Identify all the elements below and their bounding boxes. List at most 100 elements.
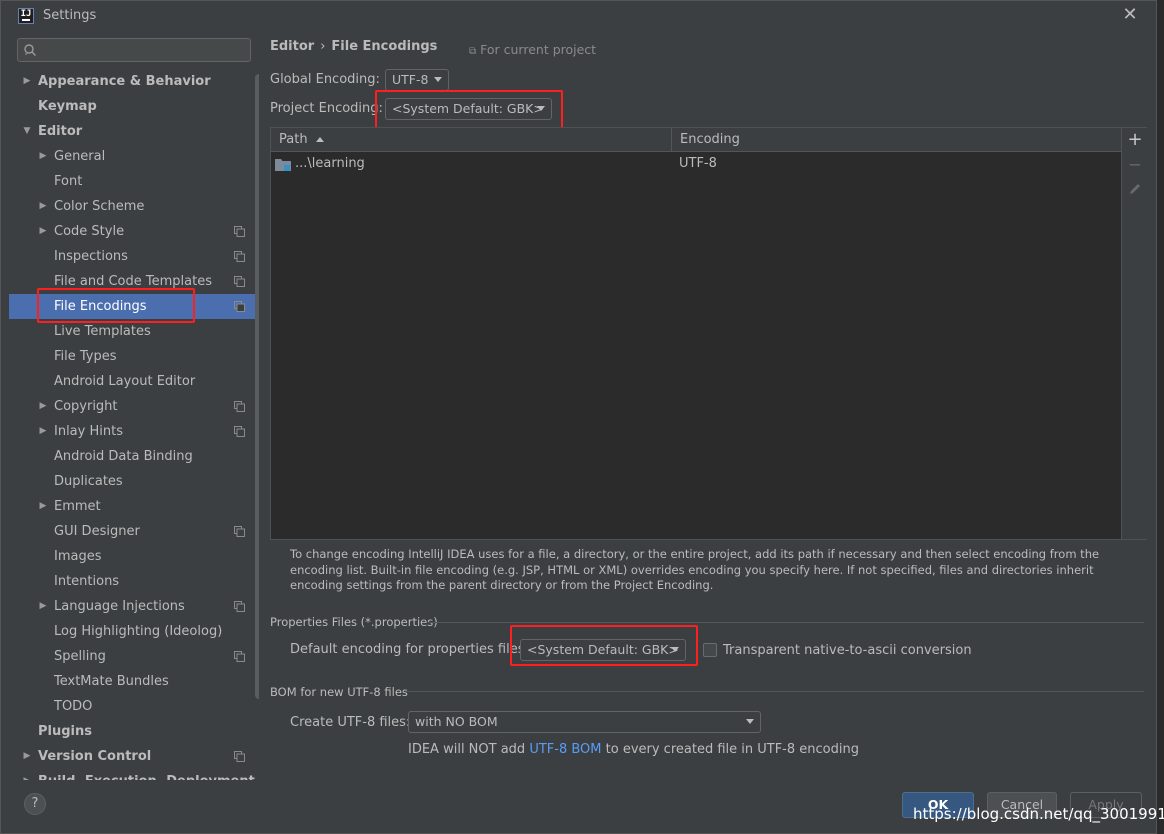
sidebar-item-font[interactable]: Font: [9, 169, 259, 194]
expand-down-icon[interactable]: ▼: [22, 119, 32, 144]
sidebar-item-textmate-bundles[interactable]: TextMate Bundles: [9, 669, 259, 694]
sidebar-item-label: Intentions: [54, 574, 120, 589]
breadcrumb-parent[interactable]: Editor: [270, 39, 314, 54]
sidebar-item-spelling[interactable]: Spelling: [9, 644, 259, 669]
sidebar-item-label: Version Control: [38, 749, 152, 764]
apply-button[interactable]: Apply: [1070, 792, 1142, 818]
sidebar-item-log-highlighting-ideolog[interactable]: Log Highlighting (Ideolog): [9, 619, 259, 644]
sidebar-item-label: Copyright: [54, 399, 118, 414]
sidebar-item-plugins[interactable]: Plugins: [9, 719, 259, 744]
sidebar-item-label: File Types: [54, 349, 117, 364]
global-encoding-select[interactable]: UTF-8: [385, 69, 449, 91]
search-input[interactable]: [17, 38, 251, 62]
window-title: Settings: [43, 8, 97, 23]
sidebar-item-images[interactable]: Images: [9, 544, 259, 569]
sidebar-item-copyright[interactable]: ▶ Copyright: [9, 394, 259, 419]
sidebar-item-label: File Encodings: [54, 299, 147, 314]
sidebar-item-file-and-code-templates[interactable]: File and Code Templates: [9, 269, 259, 294]
help-button[interactable]: ?: [24, 793, 46, 815]
remove-icon[interactable]: −: [1126, 156, 1144, 174]
sidebar-item-inspections[interactable]: Inspections: [9, 244, 259, 269]
create-utf8-select[interactable]: with NO BOM: [408, 711, 761, 733]
sidebar-item-gui-designer[interactable]: GUI Designer: [9, 519, 259, 544]
table-cell-encoding[interactable]: UTF-8: [679, 153, 717, 175]
expand-right-icon[interactable]: ▶: [38, 144, 48, 169]
column-header-path[interactable]: Path: [271, 128, 672, 152]
sidebar-item-keymap[interactable]: Keymap: [9, 94, 259, 119]
expand-right-icon[interactable]: ▶: [22, 69, 32, 94]
sidebar-item-label: Spelling: [54, 649, 106, 664]
sidebar-item-todo[interactable]: TODO: [9, 694, 259, 719]
project-encoding-select[interactable]: <System Default: GBK>: [385, 98, 552, 120]
breadcrumb-current: File Encodings: [331, 39, 438, 54]
sidebar-item-version-control[interactable]: ▶ Version Control: [9, 744, 259, 769]
sidebar-item-language-injections[interactable]: ▶ Language Injections: [9, 594, 259, 619]
properties-group-title: Properties Files (*.properties): [270, 615, 438, 629]
sidebar-item-build-execution-deployment[interactable]: ▶ Build, Execution, Deployment: [9, 769, 259, 780]
transparent-conversion-checkbox[interactable]: [703, 643, 717, 657]
sidebar-item-duplicates[interactable]: Duplicates: [9, 469, 259, 494]
table-row[interactable]: ...\learning UTF-8: [271, 153, 1121, 175]
cancel-button[interactable]: Cancel: [987, 792, 1057, 818]
sidebar-item-label: Appearance & Behavior: [38, 74, 211, 89]
expand-right-icon[interactable]: ▶: [22, 769, 32, 780]
sidebar-item-label: Inspections: [54, 249, 128, 264]
sidebar-item-label: Font: [54, 174, 83, 189]
sidebar-item-intentions[interactable]: Intentions: [9, 569, 259, 594]
properties-encoding-select[interactable]: <System Default: GBK>: [520, 639, 686, 661]
edit-pencil-icon[interactable]: [1126, 182, 1144, 200]
sidebar-item-label: Language Injections: [54, 599, 185, 614]
sidebar-item-general[interactable]: ▶ General: [9, 144, 259, 169]
utf8-bom-link[interactable]: UTF-8 BOM: [529, 742, 601, 757]
sidebar-item-inlay-hints[interactable]: ▶ Inlay Hints: [9, 419, 259, 444]
sidebar-item-appearance-behavior[interactable]: ▶ Appearance & Behavior: [9, 69, 259, 94]
sidebar-item-android-data-binding[interactable]: Android Data Binding: [9, 444, 259, 469]
sidebar-item-label: Android Data Binding: [54, 449, 193, 464]
sidebar-item-color-scheme[interactable]: ▶ Color Scheme: [9, 194, 259, 219]
settings-dialog: IJ Settings ✕ ▶ Appearance & Behavior Keym…: [0, 0, 1157, 834]
project-settings-icon: [234, 426, 245, 437]
project-settings-icon: [234, 276, 245, 287]
expand-right-icon[interactable]: ▶: [38, 594, 48, 619]
sidebar-item-emmet[interactable]: ▶ Emmet: [9, 494, 259, 519]
expand-right-icon[interactable]: ▶: [38, 494, 48, 519]
folder-icon: [275, 159, 291, 171]
expand-right-icon[interactable]: ▶: [38, 419, 48, 444]
sidebar-item-label: Code Style: [54, 224, 125, 239]
expand-right-icon[interactable]: ▶: [22, 744, 32, 769]
sidebar-item-label: Keymap: [38, 99, 97, 114]
expand-right-icon[interactable]: ▶: [38, 219, 48, 244]
project-settings-icon: [234, 301, 245, 312]
project-settings-icon: [234, 226, 245, 237]
search-icon: [24, 44, 36, 56]
sidebar-item-editor[interactable]: ▼ Editor: [9, 119, 259, 144]
bom-group-title: BOM for new UTF-8 files: [270, 685, 408, 699]
column-header-encoding[interactable]: Encoding: [672, 128, 1121, 152]
sidebar-item-code-style[interactable]: ▶ Code Style: [9, 219, 259, 244]
project-settings-icon: [234, 601, 245, 612]
breadcrumb-separator: ›: [320, 39, 326, 54]
chevron-down-icon: [434, 77, 442, 82]
expand-right-icon[interactable]: ▶: [38, 394, 48, 419]
sidebar-item-label: Images: [54, 549, 102, 564]
sidebar-item-label: Build, Execution, Deployment: [38, 769, 255, 780]
project-settings-icon: [234, 401, 245, 412]
title-bar: IJ Settings ✕: [1, 1, 1156, 32]
global-encoding-value: UTF-8: [392, 72, 429, 87]
chevron-down-icon: [537, 106, 545, 111]
sidebar-item-live-templates[interactable]: Live Templates: [9, 319, 259, 344]
intellij-logo-icon: IJ: [18, 8, 34, 24]
sidebar-item-file-types[interactable]: File Types: [9, 344, 259, 369]
sidebar-item-label: GUI Designer: [54, 524, 140, 539]
sidebar-item-file-encodings[interactable]: File Encodings: [9, 294, 259, 319]
expand-right-icon[interactable]: ▶: [38, 194, 48, 219]
close-icon[interactable]: ✕: [1120, 5, 1140, 25]
ok-button[interactable]: OK: [902, 792, 974, 818]
transparent-conversion-label[interactable]: Transparent native-to-ascii conversion: [723, 643, 972, 658]
sidebar-item-label: Android Layout Editor: [54, 374, 196, 389]
project-settings-icon: [234, 526, 245, 537]
chevron-down-icon: [671, 647, 679, 652]
create-utf8-label: Create UTF-8 files:: [290, 715, 411, 730]
add-icon[interactable]: +: [1126, 131, 1144, 149]
sidebar-item-android-layout-editor[interactable]: Android Layout Editor: [9, 369, 259, 394]
